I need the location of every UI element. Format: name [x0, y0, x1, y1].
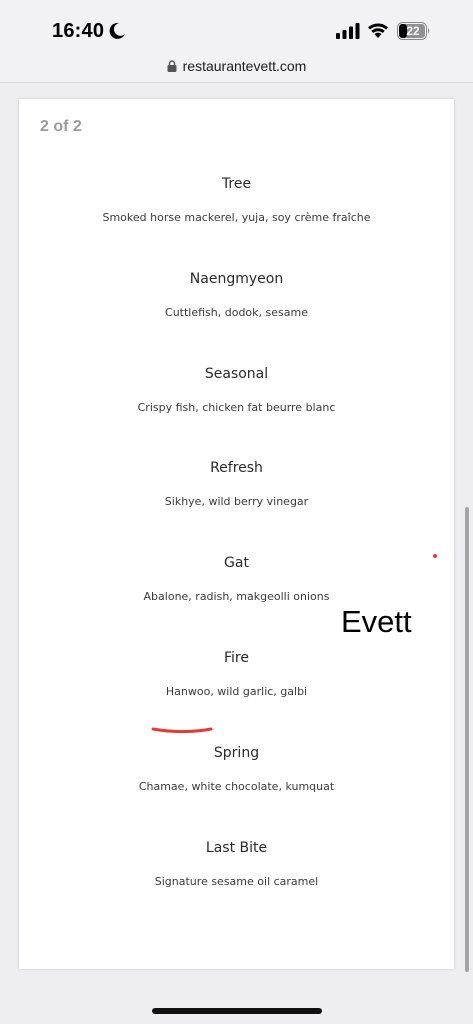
- course-description: Crispy fish, chicken fat beurre blanc: [137, 401, 336, 414]
- course-description: Chamae, white chocolate, kumquat: [138, 780, 335, 793]
- course-name: Naengmyeon: [189, 271, 284, 287]
- pdf-page: 2 of 2 Tree Smoked horse mackerel, yuja,…: [19, 99, 454, 969]
- scrollbar[interactable]: [465, 507, 469, 972]
- course-description: Hanwoo, wild garlic, galbi: [165, 685, 308, 698]
- course-item: Refresh Sikhye, wild berry vinegar: [19, 460, 454, 508]
- lock-icon: [167, 60, 177, 72]
- course-item: Spring Chamae, white chocolate, kumquat: [19, 745, 454, 793]
- home-indicator[interactable]: [152, 1008, 322, 1014]
- status-bar: 16:40 22: [0, 0, 473, 52]
- course-item: Last Bite Signature sesame oil caramel: [19, 840, 454, 888]
- course-name: Gat: [224, 555, 249, 571]
- course-item: Seasonal Crispy fish, chicken fat beurre…: [19, 366, 454, 414]
- battery-level: 22: [406, 24, 420, 38]
- annotation-underline: [151, 727, 213, 734]
- course-name: Seasonal: [204, 366, 269, 382]
- course-item: Gat Abalone, radish, makgeolli onions: [19, 555, 454, 603]
- course-name: Refresh: [210, 460, 263, 476]
- course-description: Signature sesame oil caramel: [154, 875, 319, 888]
- course-description: Smoked horse mackerel, yuja, soy crème f…: [102, 211, 371, 224]
- course-description: Cuttlefish, dodok, sesame: [165, 306, 308, 319]
- annotation-dot: [433, 554, 437, 558]
- course-name: Fire: [224, 650, 249, 666]
- course-name: Spring: [213, 745, 260, 761]
- page-counter: 2 of 2: [40, 118, 82, 135]
- course-name: Last Bite: [205, 840, 268, 856]
- course-description: Sikhye, wild berry vinegar: [164, 495, 309, 508]
- cellular-signal-icon: [336, 23, 360, 39]
- course-description: Abalone, radish, makgeolli onions: [143, 590, 330, 603]
- document-viewer[interactable]: 2 of 2 Tree Smoked horse mackerel, yuja,…: [0, 83, 473, 1024]
- wifi-icon: [368, 23, 388, 38]
- course-item: Tree Smoked horse mackerel, yuja, soy cr…: [19, 176, 454, 224]
- address-bar[interactable]: restaurantevett.com: [0, 52, 473, 82]
- moon-icon: [109, 22, 125, 39]
- course-item: Fire Hanwoo, wild garlic, galbi: [19, 650, 454, 698]
- url-text: restaurantevett.com: [182, 58, 307, 74]
- course-name: Tree: [221, 176, 252, 192]
- status-time: 16:40: [52, 20, 105, 42]
- annotation-text: Evett: [341, 604, 412, 639]
- course-item: Naengmyeon Cuttlefish, dodok, sesame: [19, 271, 454, 319]
